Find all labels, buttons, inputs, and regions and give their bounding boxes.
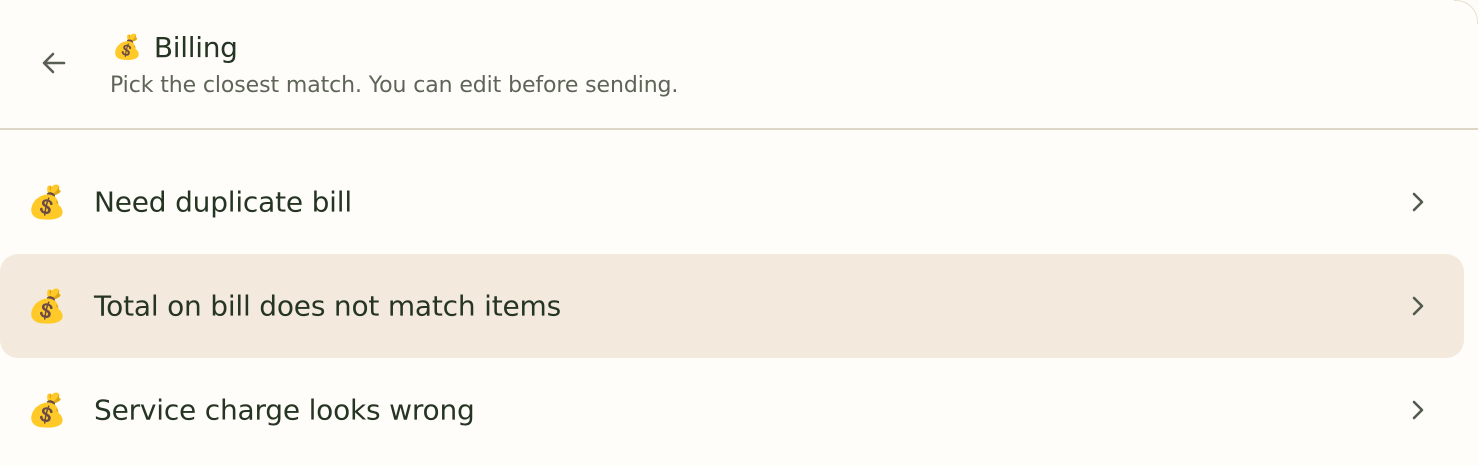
arrow-left-icon bbox=[42, 52, 66, 74]
page-title: Billing bbox=[153, 30, 238, 64]
money-bag-icon: 💰 bbox=[27, 287, 67, 325]
header: 💰 Billing Pick the closest match. You ca… bbox=[0, 0, 1478, 130]
list-item-total-mismatch[interactable]: 💰 Total on bill does not match items bbox=[0, 254, 1464, 358]
chevron-right-icon bbox=[1408, 292, 1428, 320]
billing-screen: 💰 Billing Pick the closest match. You ca… bbox=[0, 0, 1478, 466]
list-item-label: Total on bill does not match items bbox=[94, 289, 561, 323]
issue-list: 💰 Need duplicate bill 💰 Total on bill do… bbox=[0, 150, 1478, 462]
list-item-label: Service charge looks wrong bbox=[94, 393, 475, 427]
list-item-label: Need duplicate bill bbox=[94, 185, 352, 219]
money-bag-icon: 💰 bbox=[27, 391, 67, 429]
money-bag-icon: 💰 bbox=[27, 183, 67, 221]
chevron-right-icon bbox=[1408, 188, 1428, 216]
list-item-service-charge-wrong[interactable]: 💰 Service charge looks wrong bbox=[0, 358, 1464, 462]
title-row: 💰 Billing bbox=[112, 27, 238, 67]
back-button[interactable] bbox=[34, 43, 74, 83]
money-bag-icon: 💰 bbox=[112, 33, 142, 61]
chevron-right-icon bbox=[1408, 396, 1428, 424]
page-subtitle: Pick the closest match. You can edit bef… bbox=[110, 73, 679, 98]
list-item-need-duplicate-bill[interactable]: 💰 Need duplicate bill bbox=[0, 150, 1464, 254]
